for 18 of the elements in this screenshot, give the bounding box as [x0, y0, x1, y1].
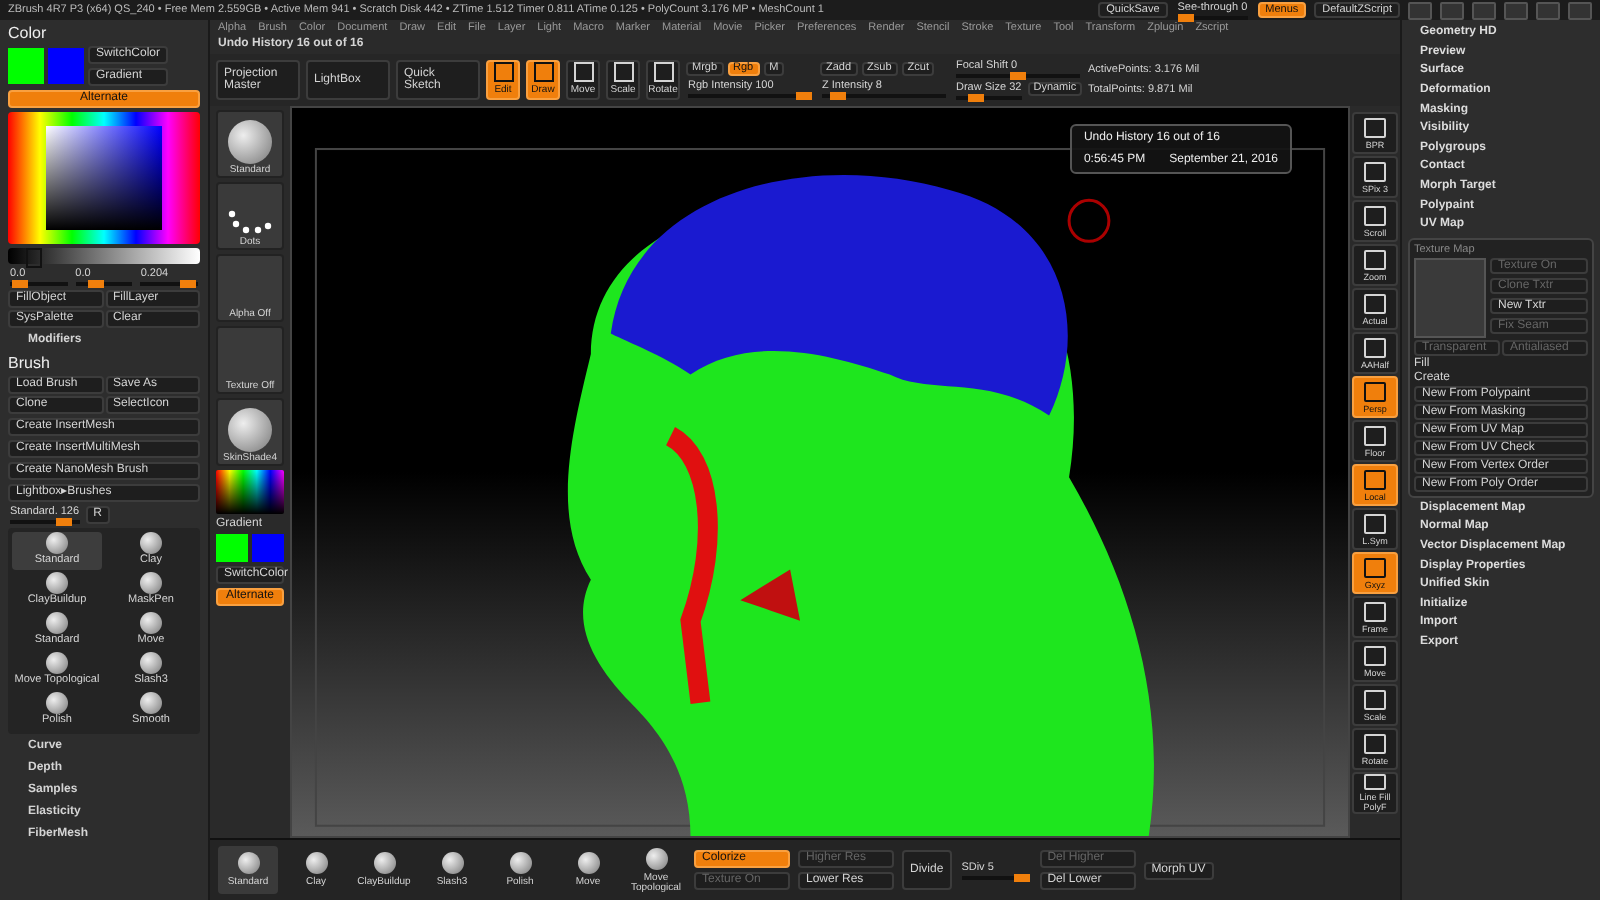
texture-preview: [1414, 257, 1486, 338]
color-swatch[interactable]: [252, 534, 284, 562]
panel-title: Brush: [8, 354, 52, 372]
color-picker[interactable]: [216, 470, 284, 514]
color-swatch[interactable]: [8, 48, 44, 84]
toolbar-icon[interactable]: [1504, 1, 1528, 19]
toolbar-icon[interactable]: [1536, 1, 1560, 19]
value-slider[interactable]: [8, 248, 200, 264]
dots-icon: [226, 208, 274, 236]
toolbar-icon[interactable]: [1472, 1, 1496, 19]
color-swatch[interactable]: [48, 48, 84, 84]
panel-title: Color: [8, 24, 49, 42]
toolbar-icon[interactable]: [1440, 1, 1464, 19]
color-swatch[interactable]: [216, 534, 248, 562]
color-picker[interactable]: [8, 112, 200, 244]
brush-cursor: [1067, 198, 1111, 243]
toolbar-icon[interactable]: [1408, 1, 1432, 19]
toolbar-icon[interactable]: [1568, 1, 1592, 19]
